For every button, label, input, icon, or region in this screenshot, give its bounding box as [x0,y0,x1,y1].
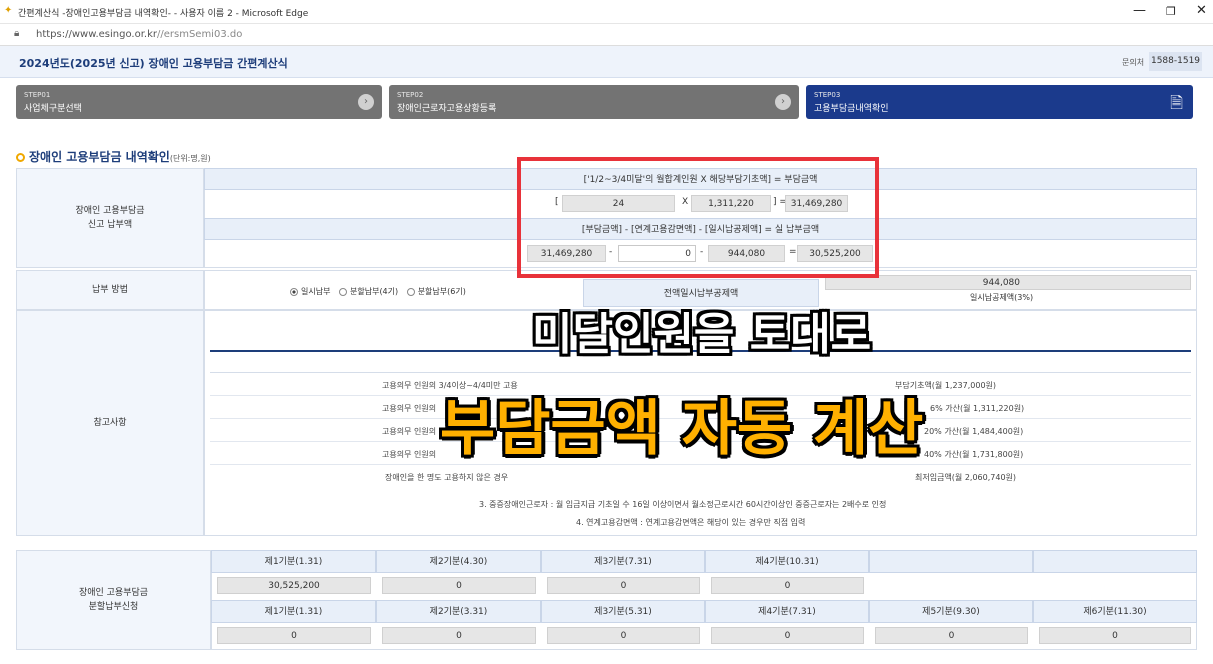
url-domain: https://www.esingo.or.kr [36,29,157,40]
lump-note: 일시납공제액(3%) [970,293,1034,302]
section-title-text: 장애인 고용부담금 내역확인 [29,150,170,164]
option-lump-label: 일시납부 [301,287,331,296]
step-3-label: 고용부담금내역확인 [814,104,889,114]
q6-value-5: 0 [875,627,1028,644]
option-lump[interactable]: 일시납부 [290,287,330,296]
page-header: 2024년도(2025년 신고) 장애인 고용부담금 간편계산식 문의처 158… [0,46,1213,78]
app-logo-icon: ✦ [4,5,13,16]
q6-head-6: 제6기분(11.30) [1033,600,1197,623]
restore-icon[interactable]: ❐ [1166,5,1176,18]
q6-value-6: 0 [1039,627,1191,644]
note-row-right: 20% 가산(월 1,484,400원) [924,427,1024,436]
step-1-label: 사업체구분선택 [24,104,82,114]
lock-icon: 🔒︎ [14,28,20,39]
q6-head-1: 제1기분(1.31) [211,600,376,623]
q4-head-empty-6 [1033,550,1197,573]
minimize-icon[interactable]: — [1133,3,1146,18]
section-unit: (단위:명,원) [169,154,211,163]
q6-head-3: 제3기분(5.31) [541,600,705,623]
q4-head-2: 제2기분(4.30) [376,550,541,573]
note-row-left: 고용의무 인원의 [382,404,437,413]
address-bar[interactable]: 🔒︎ https://www.esingo.or.kr//ersmSemi03.… [0,24,1213,46]
note-row-right: 최저임금액(월 2,060,740원) [915,473,1017,482]
highlight-box [517,157,879,278]
step-3-number: STEP03 [814,91,841,99]
note-row-left: 고용의무 인원의 [382,427,437,436]
overlay-caption-1: 미달인원을 토대로 [532,309,872,360]
step-2-number: STEP02 [397,91,424,99]
url-text[interactable]: https://www.esingo.or.kr//ersmSemi03.do [36,29,242,40]
note-3: 3. 중증장애인근로자 : 월 임금지급 기초일 수 16일 이상이면서 월소정… [479,500,887,509]
window-title: 간편계산식 -장애인고용부담금 내역확인- - 사용자 이름 2 - Micro… [18,9,309,19]
payment-label-text: 납부 방법 [92,285,128,295]
step-1[interactable]: STEP01 사업체구분선택 › [16,85,382,119]
q4-head-empty-5 [869,550,1033,573]
overlay-caption-2: 부담금액 자동 계산 [440,394,924,464]
lump-value-field: 944,080 [825,275,1191,290]
inquiry-label: 문의처 [1122,58,1145,67]
q6-head-2: 제2기분(3.31) [376,600,541,623]
chevron-right-icon: › [358,94,374,110]
q6-head-4: 제4기분(7.31) [705,600,869,623]
q6-value-4: 0 [711,627,864,644]
q4-value-4: 0 [711,577,864,594]
step-3[interactable]: STEP03 고용부담금내역확인 🗎︎ [806,85,1193,119]
step-2-label: 장애인근로자고용상황등록 [397,104,497,114]
notes-label-text: 참고사항 [93,418,127,428]
q4-head-3: 제3기분(7.31) [541,550,705,573]
q6-value-1: 0 [217,627,371,644]
notes-label: 참고사항 [16,310,204,536]
radio-checked-icon[interactable] [290,287,298,296]
q4-value-3: 0 [547,577,700,594]
page-title: 2024년도(2025년 신고) 장애인 고용부담금 간편계산식 [19,57,288,70]
bullet-icon [16,153,25,162]
radio-icon[interactable] [339,287,347,296]
note-row-left: 장애인을 한 명도 고용하지 않은 경우 [385,473,509,482]
note-row: 장애인을 한 명도 고용하지 않은 경우 최저임금액(월 2,060,740원) [210,465,1191,489]
phone-number: 1588-1519 [1149,52,1202,71]
q4-value-2: 0 [382,577,536,594]
option-6[interactable]: 분할납부(6기) [406,287,466,296]
option-6-label: 분할납부(6기) [417,287,466,296]
payment-options: 일시납부 분할납부(4기) 분할납부(6기) [290,286,466,297]
document-icon: 🗎︎ [1170,93,1183,112]
radio-icon[interactable] [406,287,415,296]
url-path: //ersmSemi03.do [156,29,243,40]
close-icon[interactable]: ✕ [1196,3,1207,18]
q6-head-5: 제5기분(9.30) [869,600,1033,623]
option-4-label: 분할납부(4기) [350,287,399,296]
note-row-left: 고용의무 인원의 [382,450,437,459]
installment-label-line1: 장애인 고용부담금 [78,588,149,598]
q4-head-4: 제4기분(10.31) [705,550,869,573]
chevron-right-icon: › [775,94,791,110]
note-row-right: 40% 가산(월 1,731,800원) [924,450,1024,459]
q4-value-1: 30,525,200 [217,577,371,594]
note-row-right: 6% 가산(월 1,311,220원) [930,404,1025,413]
q6-value-3: 0 [547,627,700,644]
installment-label-line2: 분할납부신청 [88,602,139,612]
section-title: 장애인 고용부담금 내역확인(단위:명,원) [16,148,211,165]
option-4[interactable]: 분할납부(4기) [339,287,398,296]
payment-label: 납부 방법 [16,270,204,310]
step-1-number: STEP01 [24,91,51,99]
browser-titlebar: ✦ 간편계산식 -장애인고용부담금 내역확인- - 사용자 이름 2 - Mic… [0,0,1213,24]
report-label-line1: 장애인 고용부담금 [75,206,145,216]
installment-label: 장애인 고용부담금 분할납부신청 [16,550,211,650]
q6-value-2: 0 [382,627,536,644]
report-label: 장애인 고용부담금 신고 납부액 [16,168,204,268]
q4-head-1: 제1기분(1.31) [211,550,376,573]
note-4: 4. 연계고용감면액 : 연계고용감면액은 해당이 있는 경우만 직접 입력 [576,518,806,527]
report-label-line2: 신고 납부액 [87,220,133,230]
step-2[interactable]: STEP02 장애인근로자고용상황등록 › [389,85,799,119]
